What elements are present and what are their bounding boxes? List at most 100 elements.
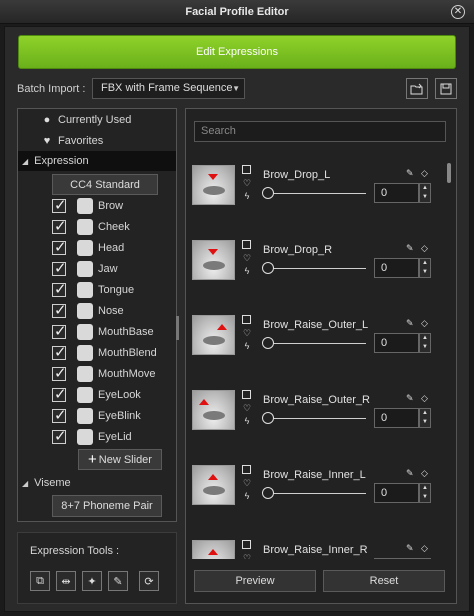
preview-button[interactable]: Preview [194,570,316,592]
category-row-mouthmove[interactable]: ✓ MouthMove [18,364,176,385]
heart-icon[interactable]: ♡ [242,253,252,264]
diamond-icon[interactable]: ◇ [421,393,428,404]
value-spinner[interactable]: ▲▼ [419,333,431,353]
slider-handle[interactable] [262,487,274,499]
value-field[interactable]: 0 [374,183,419,203]
save-button[interactable] [435,78,457,99]
value-field[interactable]: 0 [374,333,419,353]
slider-track[interactable] [266,493,366,494]
heart-icon[interactable]: ♡ [242,553,252,559]
currently-used-item[interactable]: ● Currently Used [18,110,176,130]
value-field[interactable]: 0 [374,258,419,278]
lightning-icon[interactable]: ϟ [242,416,252,426]
lightning-icon[interactable]: ϟ [242,341,252,351]
value-spinner[interactable]: ▲▼ [419,258,431,278]
heart-icon[interactable]: ♡ [242,403,252,414]
slider-handle[interactable] [262,412,274,424]
checkbox-icon[interactable] [242,540,251,549]
category-row-eyeblink[interactable]: ✓ EyeBlink [18,406,176,427]
lightning-icon[interactable]: ϟ [242,191,252,201]
edit-icon[interactable]: ✎ [406,168,414,179]
lightning-icon[interactable]: ϟ [242,491,252,501]
eye-thumbnail-icon [77,387,93,403]
pose-tool-icon[interactable]: ✦ [82,571,102,591]
checkbox-icon[interactable] [242,465,251,474]
category-row-jaw[interactable]: ✓ Jaw [18,259,176,280]
viseme-label: Viseme [34,477,71,489]
diamond-icon[interactable]: ◇ [421,318,428,329]
category-row-mouthbase[interactable]: ✓ MouthBase [18,322,176,343]
slider-track[interactable] [266,418,366,419]
diamond-icon[interactable]: ◇ [421,543,428,554]
checkbox-icon[interactable] [242,240,251,249]
checkbox[interactable]: ✓ [52,365,67,382]
diamond-icon[interactable]: ◇ [421,468,428,479]
value-spinner[interactable]: ▲▼ [419,408,431,428]
list-scrollbar[interactable] [447,163,451,183]
checkbox-icon[interactable] [242,165,251,174]
heart-icon[interactable]: ♡ [242,478,252,489]
edit-icon[interactable]: ✎ [406,543,414,554]
edit-icon[interactable]: ✎ [406,393,414,404]
checkbox-icon[interactable] [242,315,251,324]
slider-track[interactable] [266,343,366,344]
panel-splitter-handle[interactable] [176,316,179,340]
category-row-eyelook[interactable]: ✓ EyeLook [18,385,176,406]
mirror-tool-icon[interactable]: ⇹ [56,571,76,591]
slider-handle[interactable] [262,337,274,349]
checkbox[interactable]: ✓ [52,239,67,256]
close-icon[interactable]: ✕ [451,5,465,19]
cc4-standard-button[interactable]: CC4 Standard [52,174,158,195]
edit-expressions-button[interactable]: Edit Expressions [18,35,456,69]
diamond-icon[interactable]: ◇ [421,243,428,254]
heart-icon[interactable]: ♡ [242,328,252,339]
category-row-nose[interactable]: ✓ Nose [18,301,176,322]
edit-icon[interactable]: ✎ [406,243,414,254]
slider-handle[interactable] [262,187,274,199]
reset-rotate-icon[interactable]: ⟳ [139,571,159,591]
edit-icon[interactable]: ✎ [406,318,414,329]
phoneme-pair-button[interactable]: 8+7 Phoneme Pair [52,495,162,517]
slider-track[interactable] [266,268,366,269]
value-spinner[interactable]: ▲▼ [419,483,431,503]
checkbox[interactable]: ✓ [52,302,67,319]
viseme-section-header[interactable]: ◢ Viseme [18,473,176,493]
checkbox[interactable]: ✓ [52,260,67,277]
search-input[interactable]: Search [194,121,446,142]
category-row-mouthblend[interactable]: ✓ MouthBlend [18,343,176,364]
value-field[interactable]: 0 [374,558,419,559]
slider-handle[interactable] [262,262,274,274]
checkbox[interactable]: ✓ [52,197,67,214]
category-row-brow[interactable]: ✓ Brow [18,196,176,217]
plus-icon: + [88,451,97,468]
checkbox[interactable]: ✓ [52,344,67,361]
expression-section-header[interactable]: ◢ Expression [18,151,176,171]
heart-icon[interactable]: ♡ [242,178,252,189]
lightning-icon[interactable]: ϟ [242,266,252,276]
brush-tool-icon[interactable]: ✎ [108,571,128,591]
value-spinner[interactable]: ▲▼ [419,183,431,203]
open-folder-button[interactable] [406,78,428,99]
checkbox[interactable]: ✓ [52,218,67,235]
value-spinner[interactable]: ▲▼ [419,558,431,559]
checkbox[interactable]: ✓ [52,281,67,298]
favorites-item[interactable]: ♥ Favorites [18,131,176,151]
checkbox[interactable]: ✓ [52,407,67,424]
value-field[interactable]: 0 [374,483,419,503]
checkbox[interactable]: ✓ [52,323,67,340]
new-slider-button[interactable]: + New Slider [78,449,162,470]
category-row-head[interactable]: ✓ Head [18,238,176,259]
slider-track[interactable] [266,193,366,194]
value-field[interactable]: 0 [374,408,419,428]
batch-import-select[interactable]: FBX with Frame Sequence ▼ [92,78,245,99]
reset-button[interactable]: Reset [323,570,445,592]
transform-tool-icon[interactable]: ⧉ [30,571,50,591]
checkbox[interactable]: ✓ [52,428,67,445]
category-row-cheek[interactable]: ✓ Cheek [18,217,176,238]
category-row-eyelid[interactable]: ✓ EyeLid [18,427,176,448]
diamond-icon[interactable]: ◇ [421,168,428,179]
checkbox[interactable]: ✓ [52,386,67,403]
category-row-tongue[interactable]: ✓ Tongue [18,280,176,301]
edit-icon[interactable]: ✎ [406,468,414,479]
checkbox-icon[interactable] [242,390,251,399]
